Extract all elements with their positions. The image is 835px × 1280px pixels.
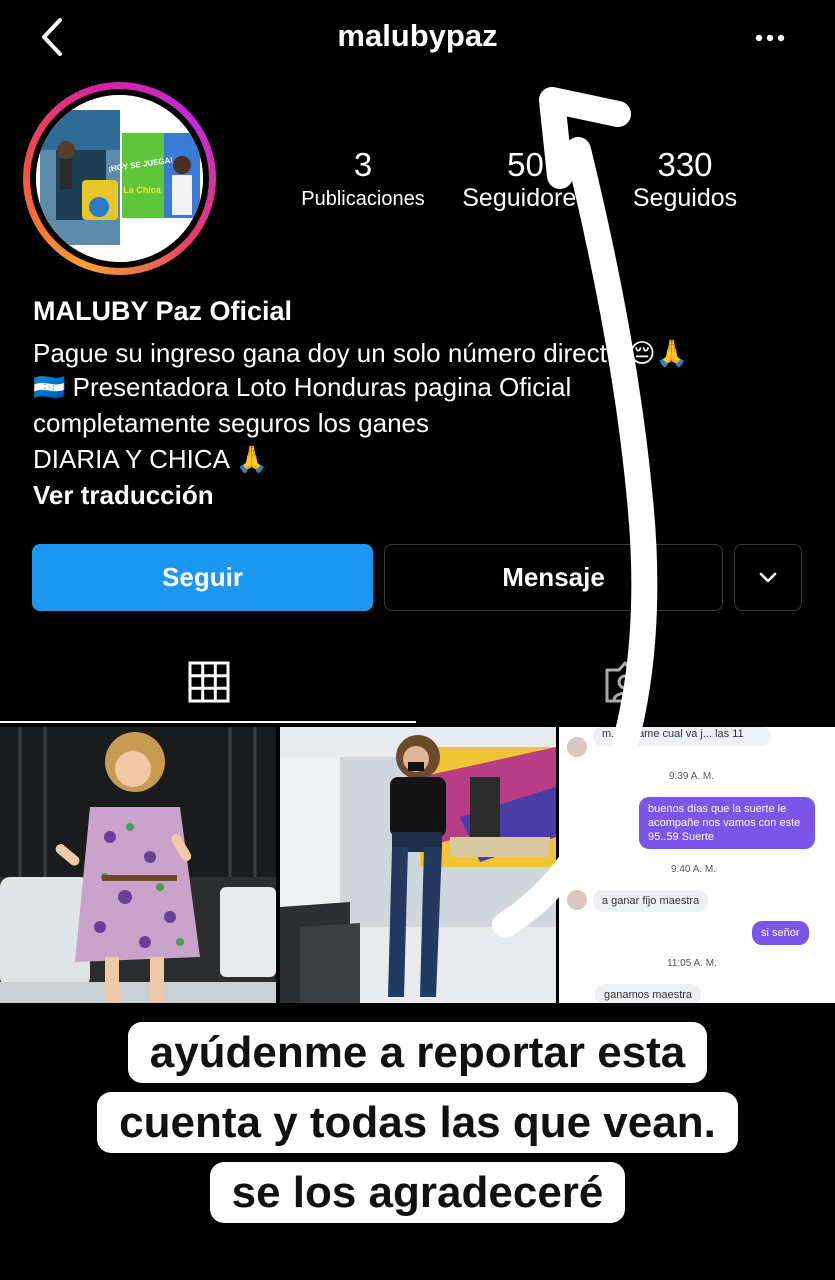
caption-line-3: se los agradeceré [209, 1162, 626, 1223]
annotation-arrow-icon [492, 87, 658, 938]
caption-line-1-wrap: ayúdenme a reportar esta [0, 1022, 835, 1083]
caption-line-2-wrap: cuenta y todas las que vean. [0, 1092, 835, 1153]
caption-line-3-wrap: se los agradeceré [0, 1162, 835, 1223]
caption-line-1: ayúdenme a reportar esta [127, 1022, 708, 1083]
caption-line-2: cuenta y todas las que vean. [97, 1092, 738, 1153]
